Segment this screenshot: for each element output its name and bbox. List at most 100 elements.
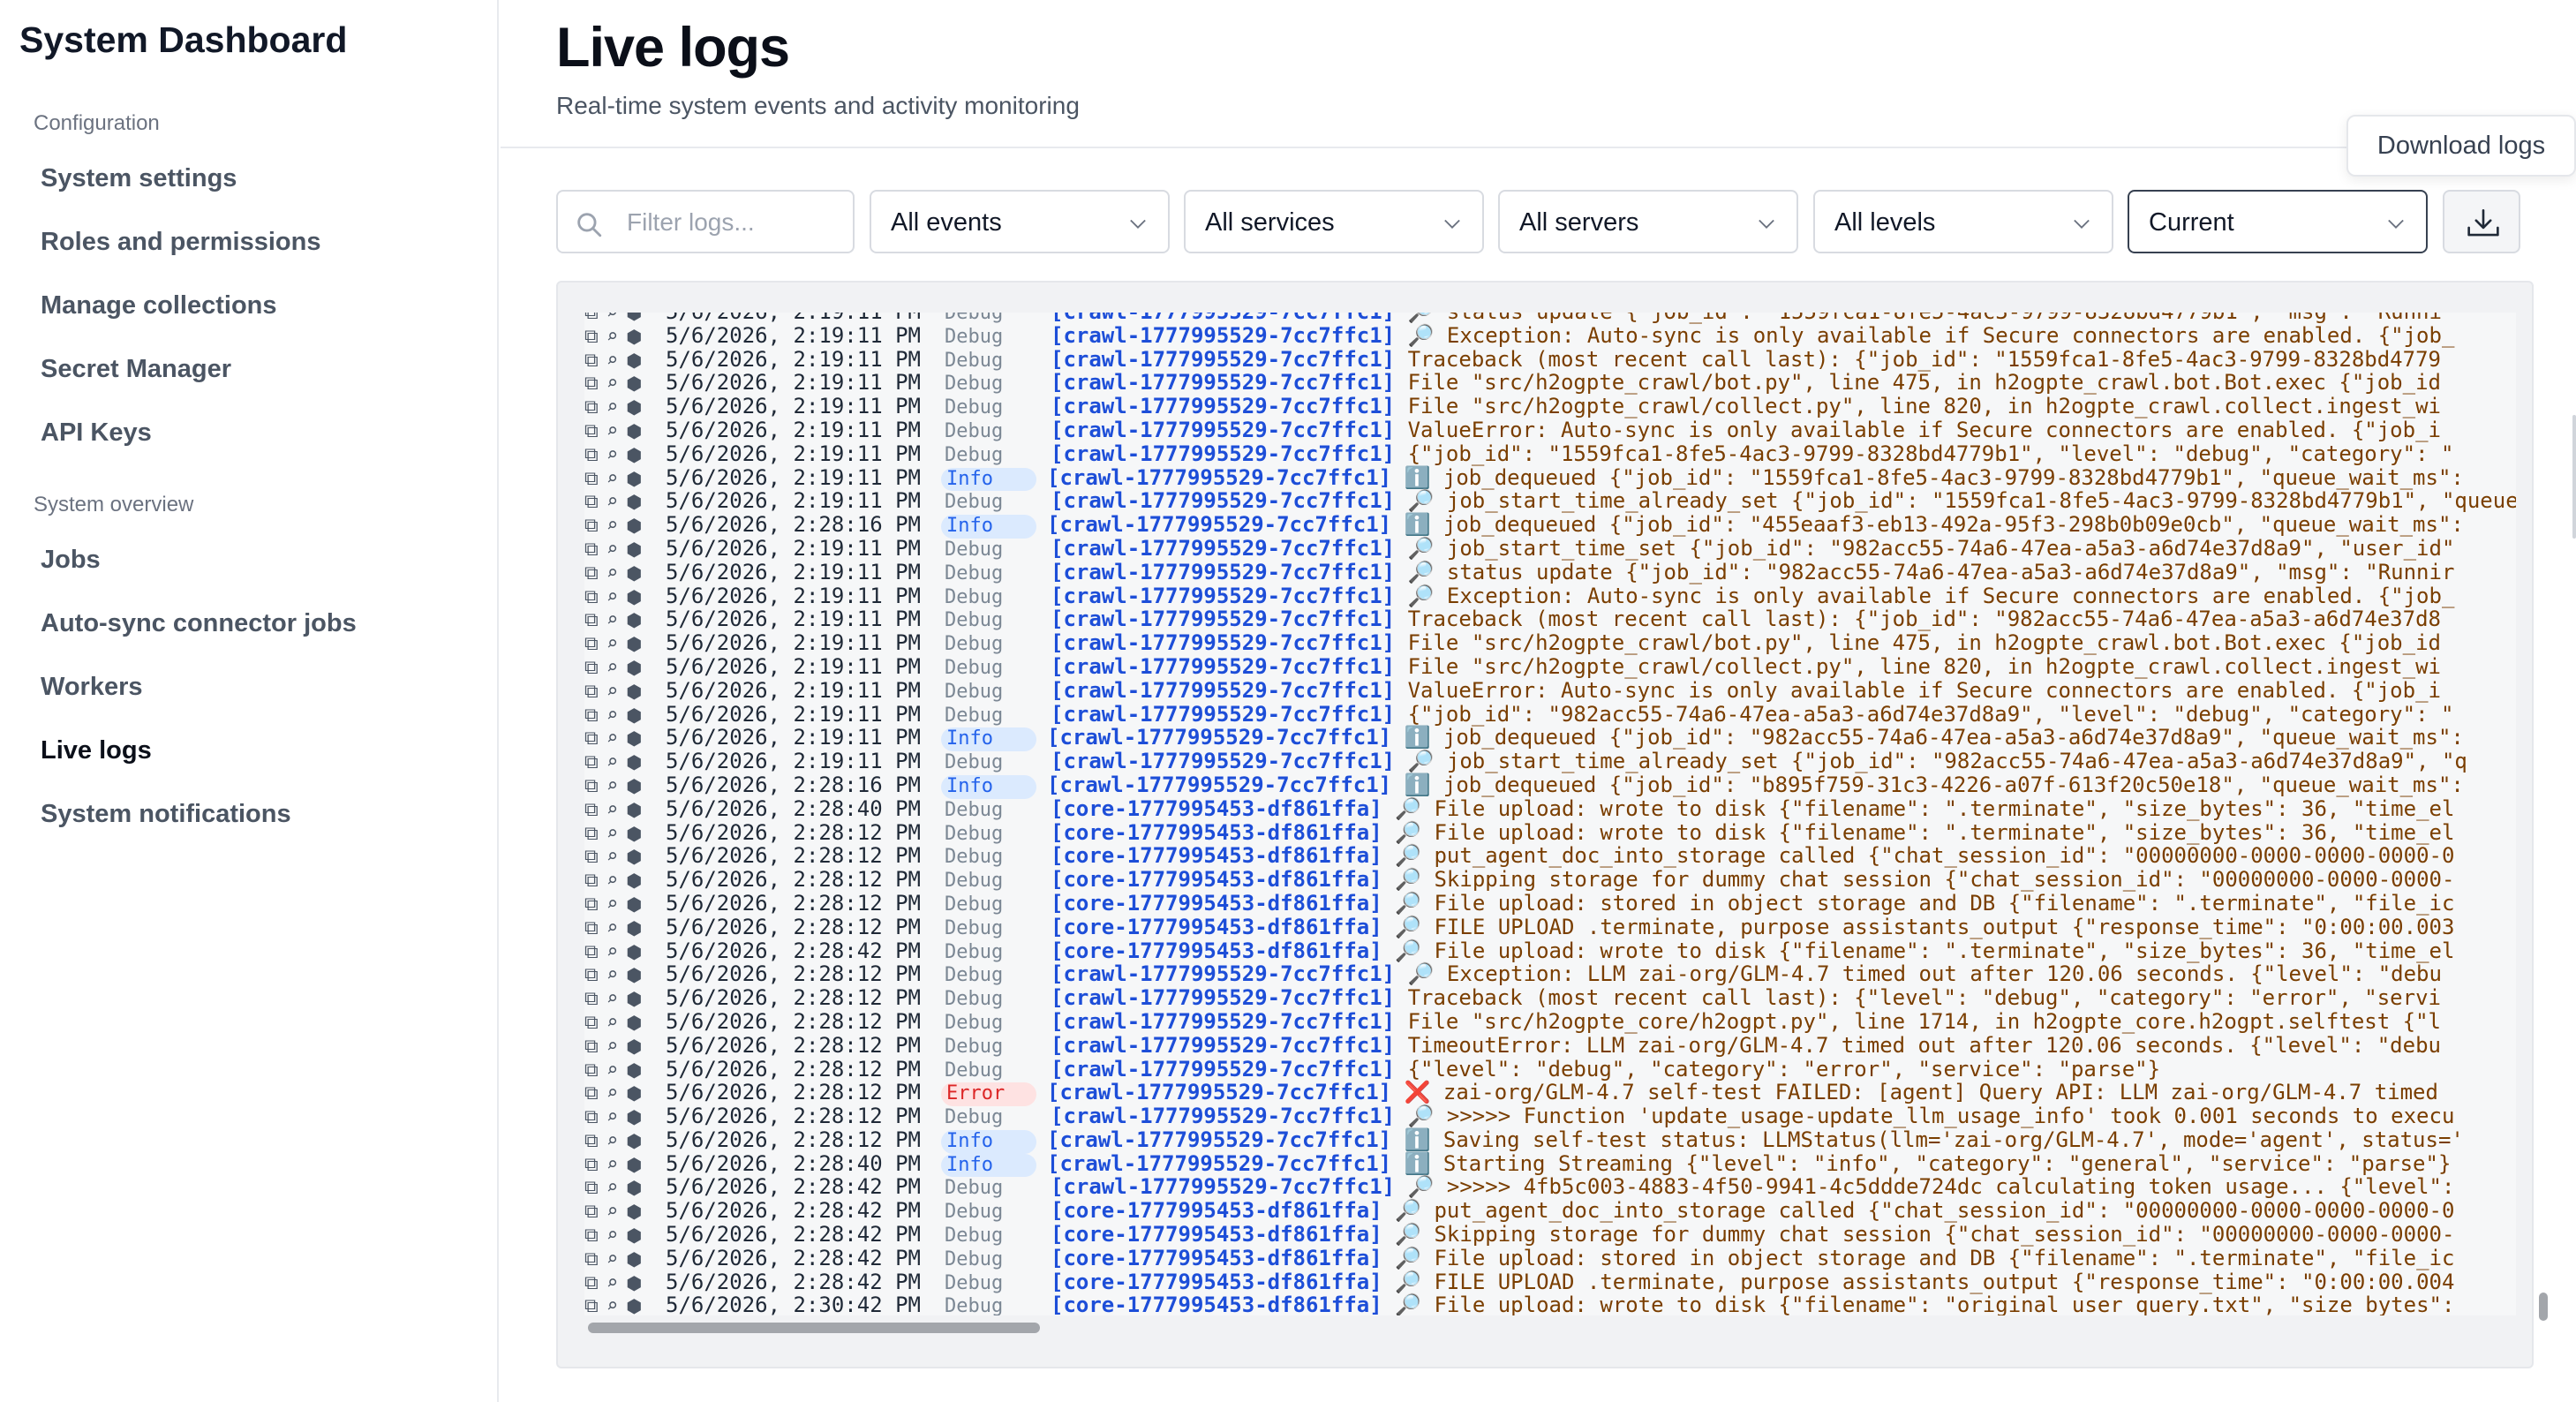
row-action-icons[interactable]: ⧉ ⌕ ⬢ [584, 1082, 666, 1106]
log-source[interactable]: [crawl-1777995529-7cc7ffc1] [1051, 536, 1408, 561]
log-source[interactable]: [crawl-1777995529-7cc7ffc1] [1047, 773, 1405, 797]
row-action-icons[interactable]: ⧉ ⌕ ⬢ [584, 657, 666, 681]
log-source[interactable]: [crawl-1777995529-7cc7ffc1] [1051, 394, 1408, 418]
download-logs-button[interactable] [2443, 190, 2520, 253]
row-action-icons[interactable]: ⧉ ⌕ ⬢ [584, 420, 666, 444]
row-action-icons[interactable]: ⧉ ⌕ ⬢ [584, 1248, 666, 1272]
log-source[interactable]: [crawl-1777995529-7cc7ffc1] [1051, 347, 1408, 372]
row-action-icons[interactable]: ⧉ ⌕ ⬢ [584, 917, 666, 941]
sidebar-item-auto-sync-connector-jobs[interactable]: Auto-sync connector jobs [41, 609, 357, 638]
log-viewport[interactable]: ⧉ ⌕ ⬢5/6/2026, 2:19:11 PMDebug[crawl-177… [584, 313, 2516, 1315]
log-source[interactable]: [crawl-1777995529-7cc7ffc1] [1047, 1080, 1405, 1104]
filter-logs-input[interactable] [625, 197, 849, 248]
servers-select[interactable]: All servers [1498, 190, 1798, 253]
log-source[interactable]: [crawl-1777995529-7cc7ffc1] [1051, 1009, 1408, 1034]
sidebar-item-jobs[interactable]: Jobs [41, 546, 101, 575]
log-source[interactable]: [crawl-1777995529-7cc7ffc1] [1051, 488, 1408, 513]
log-source[interactable]: [core-1777995453-df861ffa] [1051, 1293, 1395, 1315]
log-source[interactable]: [crawl-1777995529-7cc7ffc1] [1051, 1033, 1408, 1058]
row-action-icons[interactable]: ⧉ ⌕ ⬢ [584, 1201, 666, 1225]
vertical-scrollbar-thumb[interactable] [2539, 1293, 2548, 1321]
log-source[interactable]: [core-1777995453-df861ffa] [1051, 820, 1395, 845]
row-action-icons[interactable]: ⧉ ⌕ ⬢ [584, 373, 666, 396]
row-action-icons[interactable]: ⧉ ⌕ ⬢ [584, 846, 666, 870]
sidebar-item-roles-and-permissions[interactable]: Roles and permissions [41, 228, 321, 257]
log-source[interactable]: [crawl-1777995529-7cc7ffc1] [1051, 654, 1408, 679]
row-action-icons[interactable]: ⧉ ⌕ ⬢ [584, 515, 666, 539]
row-action-icons[interactable]: ⧉ ⌕ ⬢ [584, 1295, 666, 1315]
row-action-icons[interactable]: ⧉ ⌕ ⬢ [584, 1012, 666, 1036]
sidebar-item-system-notifications[interactable]: System notifications [41, 800, 291, 829]
row-action-icons[interactable]: ⧉ ⌕ ⬢ [584, 870, 666, 893]
log-source[interactable]: [core-1777995453-df861ffa] [1051, 867, 1395, 892]
row-action-icons[interactable]: ⧉ ⌕ ⬢ [584, 893, 666, 917]
log-source[interactable]: [crawl-1777995529-7cc7ffc1] [1051, 749, 1408, 773]
log-source[interactable]: [crawl-1777995529-7cc7ffc1] [1051, 985, 1408, 1010]
sidebar-item-live-logs[interactable]: Live logs [41, 736, 152, 765]
log-source[interactable]: [crawl-1777995529-7cc7ffc1] [1051, 418, 1408, 442]
log-source[interactable]: [crawl-1777995529-7cc7ffc1] [1051, 607, 1408, 631]
horizontal-scrollbar[interactable] [588, 1321, 2512, 1335]
log-source[interactable]: [crawl-1777995529-7cc7ffc1] [1051, 1104, 1408, 1128]
row-action-icons[interactable]: ⧉ ⌕ ⬢ [584, 1154, 666, 1178]
log-source[interactable]: [crawl-1777995529-7cc7ffc1] [1051, 678, 1408, 703]
log-source[interactable]: [core-1777995453-df861ffa] [1051, 796, 1395, 821]
row-action-icons[interactable]: ⧉ ⌕ ⬢ [584, 823, 666, 847]
row-action-icons[interactable]: ⧉ ⌕ ⬢ [584, 1130, 666, 1154]
log-source[interactable]: [crawl-1777995529-7cc7ffc1] [1051, 441, 1408, 466]
log-source[interactable]: [core-1777995453-df861ffa] [1051, 843, 1395, 868]
log-source[interactable]: [core-1777995453-df861ffa] [1051, 1198, 1395, 1223]
time-range-select[interactable]: Current [2128, 190, 2428, 253]
row-action-icons[interactable]: ⧉ ⌕ ⬢ [584, 1225, 666, 1248]
log-source[interactable]: [core-1777995453-df861ffa] [1051, 938, 1395, 963]
log-source[interactable]: [crawl-1777995529-7cc7ffc1] [1051, 584, 1408, 608]
row-action-icons[interactable]: ⧉ ⌕ ⬢ [584, 633, 666, 657]
row-action-icons[interactable]: ⧉ ⌕ ⬢ [584, 562, 666, 586]
row-action-icons[interactable]: ⧉ ⌕ ⬢ [584, 1177, 666, 1201]
row-action-icons[interactable]: ⧉ ⌕ ⬢ [584, 1059, 666, 1083]
log-source[interactable]: [core-1777995453-df861ffa] [1051, 1222, 1395, 1247]
row-action-icons[interactable]: ⧉ ⌕ ⬢ [584, 539, 666, 562]
sidebar-item-system-settings[interactable]: System settings [41, 164, 237, 193]
row-action-icons[interactable]: ⧉ ⌕ ⬢ [584, 491, 666, 515]
row-action-icons[interactable]: ⧉ ⌕ ⬢ [584, 609, 666, 633]
log-source[interactable]: [crawl-1777995529-7cc7ffc1] [1051, 1174, 1408, 1199]
log-source[interactable]: [crawl-1777995529-7cc7ffc1] [1051, 630, 1408, 655]
row-action-icons[interactable]: ⧉ ⌕ ⬢ [584, 1106, 666, 1130]
row-action-icons[interactable]: ⧉ ⌕ ⬢ [584, 705, 666, 728]
log-source[interactable]: [crawl-1777995529-7cc7ffc1] [1051, 1057, 1408, 1082]
sidebar-item-secret-manager[interactable]: Secret Manager [41, 355, 231, 384]
row-action-icons[interactable]: ⧉ ⌕ ⬢ [584, 586, 666, 610]
row-action-icons[interactable]: ⧉ ⌕ ⬢ [584, 326, 666, 350]
log-source[interactable]: [crawl-1777995529-7cc7ffc1] [1051, 961, 1408, 986]
log-source[interactable]: [crawl-1777995529-7cc7ffc1] [1047, 725, 1405, 750]
horizontal-scrollbar-thumb[interactable] [588, 1323, 1040, 1333]
search-box[interactable] [556, 190, 855, 253]
events-select[interactable]: All events [870, 190, 1170, 253]
sidebar-item-manage-collections[interactable]: Manage collections [41, 291, 277, 320]
row-action-icons[interactable]: ⧉ ⌕ ⬢ [584, 941, 666, 965]
log-source[interactable]: [crawl-1777995529-7cc7ffc1] [1047, 1151, 1405, 1176]
edge-handle[interactable] [2572, 415, 2576, 539]
log-source[interactable]: [crawl-1777995529-7cc7ffc1] [1047, 465, 1405, 490]
log-source[interactable]: [crawl-1777995529-7cc7ffc1] [1051, 323, 1408, 348]
sidebar-item-api-keys[interactable]: API Keys [41, 418, 152, 448]
log-source[interactable]: [core-1777995453-df861ffa] [1051, 1270, 1395, 1294]
row-action-icons[interactable]: ⧉ ⌕ ⬢ [584, 727, 666, 751]
row-action-icons[interactable]: ⧉ ⌕ ⬢ [584, 988, 666, 1012]
row-action-icons[interactable]: ⧉ ⌕ ⬢ [584, 681, 666, 705]
log-source[interactable]: [crawl-1777995529-7cc7ffc1] [1051, 370, 1408, 395]
services-select[interactable]: All services [1184, 190, 1484, 253]
row-action-icons[interactable]: ⧉ ⌕ ⬢ [584, 1036, 666, 1059]
row-action-icons[interactable]: ⧉ ⌕ ⬢ [584, 350, 666, 373]
row-action-icons[interactable]: ⧉ ⌕ ⬢ [584, 775, 666, 799]
log-source[interactable]: [core-1777995453-df861ffa] [1051, 915, 1395, 939]
row-action-icons[interactable]: ⧉ ⌕ ⬢ [584, 964, 666, 988]
row-action-icons[interactable]: ⧉ ⌕ ⬢ [584, 444, 666, 468]
log-source[interactable]: [core-1777995453-df861ffa] [1051, 891, 1395, 916]
sidebar-item-workers[interactable]: Workers [41, 673, 143, 702]
row-action-icons[interactable]: ⧉ ⌕ ⬢ [584, 1272, 666, 1296]
row-action-icons[interactable]: ⧉ ⌕ ⬢ [584, 751, 666, 775]
log-source[interactable]: [crawl-1777995529-7cc7ffc1] [1051, 702, 1408, 727]
row-action-icons[interactable]: ⧉ ⌕ ⬢ [584, 468, 666, 492]
